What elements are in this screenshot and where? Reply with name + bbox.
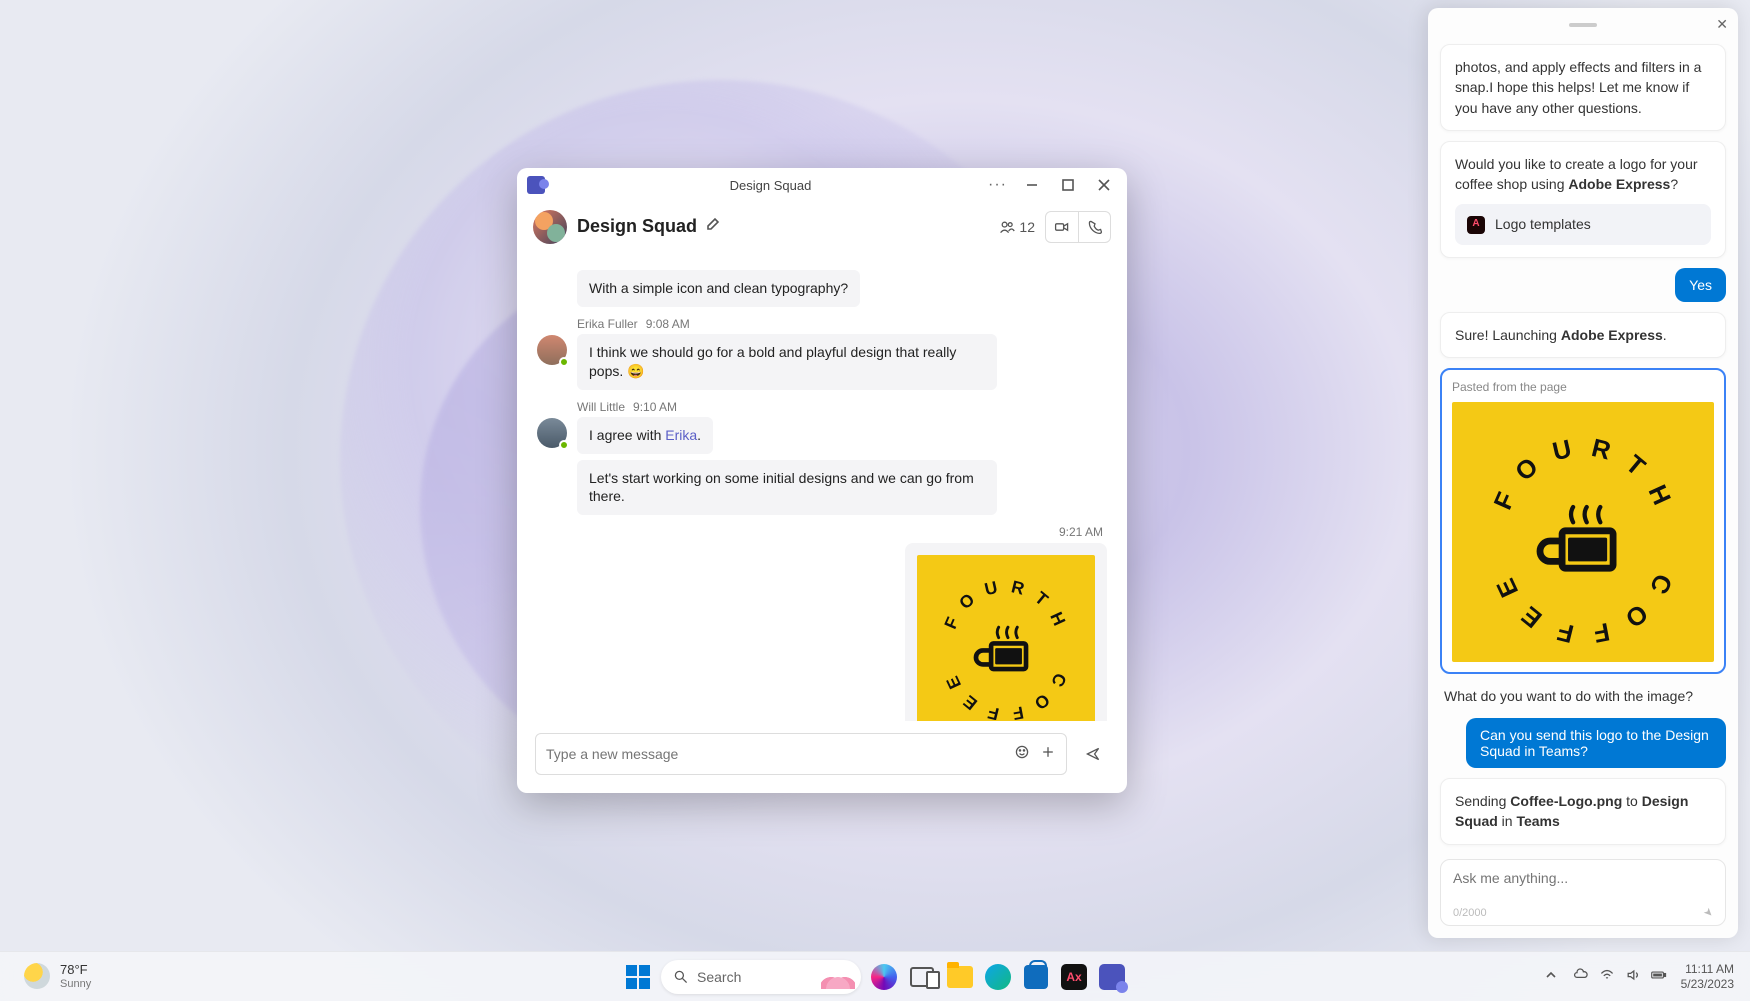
image-attachment[interactable] [905,543,1107,721]
window-maximize-button[interactable] [1051,171,1085,199]
message-time: 9:21 AM [1059,525,1103,539]
start-button[interactable] [623,962,653,992]
send-icon[interactable]: ➤ [1701,905,1717,921]
video-call-button[interactable] [1046,212,1078,242]
copilot-panel: ✕ photos, and apply effects and filters … [1428,8,1738,938]
copilot-drag-handle[interactable]: ✕ [1428,14,1738,36]
adobe-express-icon[interactable]: Ax [1059,962,1089,992]
copilot-taskbar-icon[interactable] [869,962,899,992]
message-text: With a simple icon and clean typography? [577,270,860,307]
chat-header: Design Squad 12 [517,202,1127,252]
send-button[interactable] [1077,738,1109,770]
message: With a simple icon and clean typography? [537,270,1107,307]
copilot-compose[interactable]: 0/2000 ➤ [1440,859,1726,926]
chat-messages: With a simple icon and clean typography?… [517,252,1127,721]
mention[interactable]: Erika [665,427,697,443]
message-time: 9:08 AM [646,317,690,331]
message-text: I agree with Erika. [577,417,713,454]
time: 11:11 AM [1681,962,1734,976]
task-view-icon[interactable] [907,962,937,992]
emoji-face-with-sunglasses: 😄 [627,363,644,379]
adobe-express-icon: A [1467,216,1485,234]
message: Will Little 9:10 AM I agree with Erika. L… [537,400,1107,516]
teams-taskbar-icon[interactable] [1097,962,1127,992]
coffee-logo-image [1452,402,1714,662]
attach-icon[interactable] [1040,744,1056,765]
copilot-message: photos, and apply effects and filters in… [1440,44,1726,131]
teams-chat-window: Design Squad ··· Design Squad 12 With a … [517,168,1127,793]
date: 5/23/2023 [1681,977,1734,991]
emoji-picker-icon[interactable] [1014,744,1030,765]
pasted-label: Pasted from the page [1452,380,1714,394]
system-tray: 11:11 AM 5/23/2023 [1543,962,1734,991]
weather-widget[interactable]: 78°F Sunny [24,963,91,989]
card-label: Logo templates [1495,214,1591,234]
participants-button[interactable]: 12 [999,219,1035,235]
search-placeholder: Search [697,969,741,985]
message-input[interactable] [546,746,1004,762]
coffee-logo-image [917,555,1095,721]
wifi-icon[interactable] [1599,967,1615,986]
weather-temp: 78°F [60,963,91,977]
copilot-message: Would you like to create a logo for your… [1440,141,1726,258]
edge-icon[interactable] [983,962,1013,992]
presence-icon [559,357,569,367]
message-text: I think we should go for a bold and play… [577,334,997,390]
group-avatar[interactable] [533,210,567,244]
clock[interactable]: 11:11 AM 5/23/2023 [1681,962,1734,991]
user-message: Yes [1675,268,1726,302]
message-author: Erika Fuller [577,317,638,331]
taskbar: 78°F Sunny Search Ax 11:11 AM 5/23/2023 [0,951,1750,1001]
copilot-close-button[interactable]: ✕ [1716,16,1728,33]
volume-icon[interactable] [1625,967,1641,986]
tray-overflow-icon[interactable] [1543,967,1559,986]
compose-box[interactable] [535,733,1067,775]
copilot-message: Sure! Launching Adobe Express. [1440,312,1726,358]
copilot-input[interactable] [1453,870,1713,886]
logo-templates-card[interactable]: A Logo templates [1455,204,1711,244]
compose-area [517,721,1127,793]
avatar[interactable] [537,418,567,448]
battery-icon[interactable] [1651,967,1667,986]
copilot-message: What do you want to do with the image? [1440,684,1726,708]
weather-condition: Sunny [60,978,91,990]
search-icon [673,969,689,985]
onedrive-icon[interactable] [1573,967,1589,986]
audio-call-button[interactable] [1078,212,1110,242]
chat-title: Design Squad [577,216,697,237]
message-time: 9:10 AM [633,400,677,414]
message: Erika Fuller 9:08 AM I think we should go… [537,317,1107,390]
microsoft-store-icon[interactable] [1021,962,1051,992]
avatar[interactable] [537,335,567,365]
taskbar-search[interactable]: Search [661,960,861,994]
window-close-button[interactable] [1087,171,1121,199]
window-more-button[interactable]: ··· [988,176,1007,194]
message-author: Will Little [577,400,625,414]
window-title: Design Squad [553,178,988,193]
copilot-message: Sending Coffee-Logo.png to Design Squad … [1440,778,1726,845]
presence-icon [559,440,569,450]
rename-chat-icon[interactable] [705,216,721,237]
file-explorer-icon[interactable] [945,962,975,992]
window-minimize-button[interactable] [1015,171,1049,199]
participants-count: 12 [1019,219,1035,235]
weather-icon [24,963,50,989]
user-message: Can you send this logo to the Design Squ… [1466,718,1726,768]
taskbar-center: Search Ax [623,960,1127,994]
char-counter: 0/2000 [1453,907,1487,919]
message-outgoing: 9:21 AM ❤️2 👏2 [537,525,1107,721]
pasted-image-card[interactable]: Pasted from the page [1440,368,1726,674]
window-titlebar[interactable]: Design Squad ··· [517,168,1127,202]
search-highlight-icon [821,965,855,989]
teams-app-icon [527,176,545,194]
message-text: Let's start working on some initial desi… [577,460,997,516]
